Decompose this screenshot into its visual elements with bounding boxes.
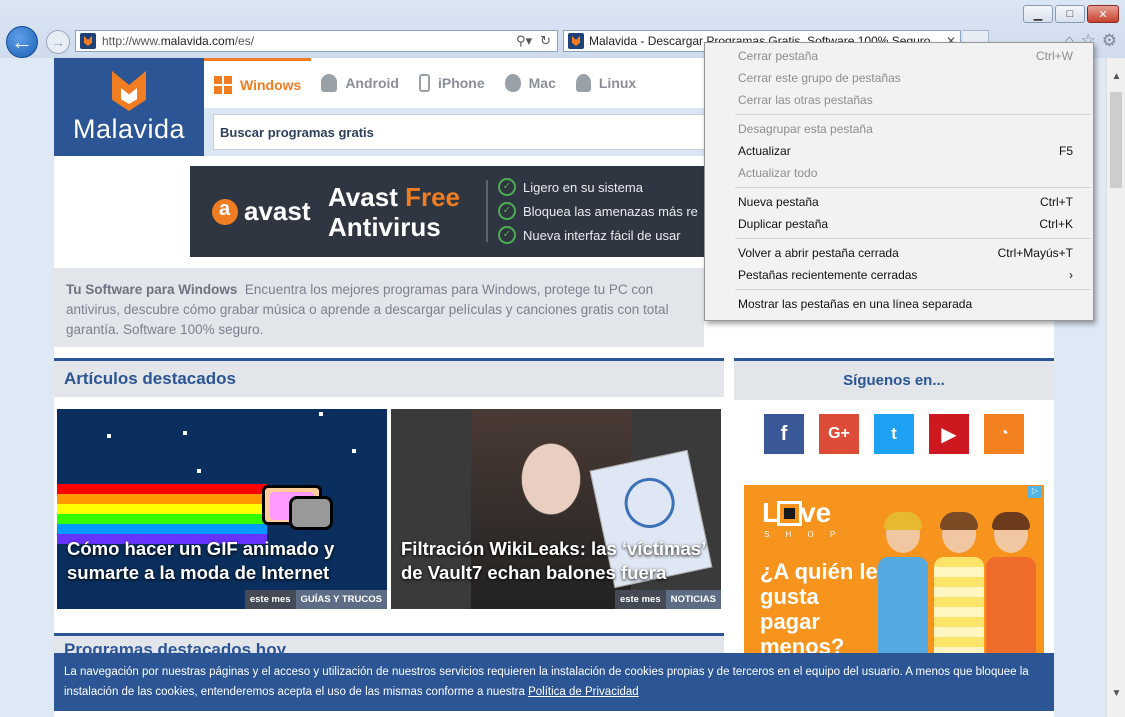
linux-icon bbox=[575, 74, 591, 92]
search-icon[interactable]: ⚲▾ bbox=[516, 33, 532, 49]
love-brand: Lve bbox=[762, 497, 832, 528]
search-area: Buscar programas gratis bbox=[204, 108, 713, 156]
windows-icon bbox=[214, 75, 232, 94]
star bbox=[183, 431, 187, 435]
facebook-icon[interactable]: f bbox=[764, 414, 804, 454]
google-plus-icon[interactable]: G+ bbox=[819, 414, 859, 454]
cookie-banner: La navegación por nuestras páginas y el … bbox=[54, 653, 1054, 711]
avast-divider bbox=[486, 180, 488, 242]
site-favicon-icon bbox=[80, 33, 96, 49]
malavida-logo-icon bbox=[112, 71, 146, 111]
tab-favicon-icon bbox=[568, 33, 584, 49]
nyan-cat-head bbox=[289, 496, 333, 530]
menu-item-ungroup[interactable]: Desagrupar esta pestaña bbox=[705, 118, 1093, 140]
article-caption: Cómo hacer un GIF animado y sumarte a la… bbox=[67, 538, 335, 583]
menu-separator bbox=[735, 187, 1091, 188]
menu-separator bbox=[735, 238, 1091, 239]
follow-title: Síguenos en... bbox=[734, 358, 1054, 400]
check-icon: ✓ bbox=[498, 226, 516, 244]
menu-item-close-tab[interactable]: Cerrar pestaña Ctrl+W bbox=[705, 45, 1093, 67]
menu-separator bbox=[735, 289, 1091, 290]
menu-item-duplicate-tab[interactable]: Duplicar pestaña Ctrl+K bbox=[705, 213, 1093, 235]
privacy-policy-link[interactable]: Política de Privacidad bbox=[528, 686, 639, 698]
search-input[interactable]: Buscar programas gratis bbox=[213, 114, 713, 150]
article-time: este mes bbox=[614, 590, 666, 609]
star bbox=[107, 434, 111, 438]
article-card[interactable]: Cómo hacer un GIF animado y sumarte a la… bbox=[57, 409, 387, 609]
avast-banner-ad[interactable]: avast Avast FreeAntivirus ✓Ligero en su … bbox=[190, 166, 704, 257]
nav-windows[interactable]: Windows bbox=[204, 58, 312, 108]
scroll-thumb[interactable] bbox=[1110, 92, 1122, 188]
article-card[interactable]: Filtración WikiLeaks: las ‘víctimas’ de … bbox=[391, 409, 721, 609]
article-caption: Filtración WikiLeaks: las ‘víctimas’ de … bbox=[401, 538, 706, 583]
menu-item-recent-tabs[interactable]: Pestañas recientemente cerradas › bbox=[705, 264, 1093, 286]
twitter-icon[interactable]: t bbox=[874, 414, 914, 454]
submenu-arrow-icon: › bbox=[1069, 268, 1073, 282]
love-sub: S H O P bbox=[764, 530, 843, 539]
android-icon bbox=[321, 74, 338, 92]
settings-gear-icon[interactable]: ⚙ bbox=[1102, 31, 1117, 51]
avast-logo: avast bbox=[212, 196, 311, 227]
vertical-scrollbar[interactable]: ▲ ▼ bbox=[1106, 58, 1125, 717]
close-window-button[interactable]: ✕ bbox=[1087, 5, 1119, 23]
logo-text: Malavida bbox=[72, 114, 186, 144]
menu-item-refresh[interactable]: Actualizar F5 bbox=[705, 140, 1093, 162]
minimize-button[interactable]: ▁ bbox=[1023, 5, 1053, 23]
check-icon: ✓ bbox=[498, 202, 516, 220]
menu-item-show-tabs-separate-row[interactable]: Mostrar las pestañas en una línea separa… bbox=[705, 293, 1093, 315]
forward-button[interactable]: → bbox=[46, 30, 70, 54]
check-icon: ✓ bbox=[498, 178, 516, 196]
nav-android[interactable]: Android bbox=[311, 58, 409, 108]
menu-item-new-tab[interactable]: Nueva pestaña Ctrl+T bbox=[705, 191, 1093, 213]
article-category[interactable]: NOTICIAS bbox=[665, 590, 721, 609]
menu-item-close-group[interactable]: Cerrar este grupo de pestañas bbox=[705, 67, 1093, 89]
platform-nav: Windows Android iPhone Mac Linux bbox=[204, 58, 704, 108]
avast-feature: ✓ Nueva interfaz fácil de usar bbox=[498, 226, 681, 244]
scroll-up-icon[interactable]: ▲ bbox=[1107, 68, 1125, 86]
menu-separator bbox=[735, 114, 1091, 115]
nav-mac[interactable]: Mac bbox=[495, 58, 566, 108]
article-category[interactable]: GUÍAS Y TRUCOS bbox=[295, 590, 387, 609]
nav-linux[interactable]: Linux bbox=[566, 58, 646, 108]
ad-person bbox=[930, 512, 988, 665]
maximize-button[interactable]: □ bbox=[1055, 5, 1085, 23]
youtube-icon[interactable]: ▶ bbox=[929, 414, 969, 454]
refresh-icon[interactable]: ↻ bbox=[540, 33, 551, 49]
menu-item-close-others[interactable]: Cerrar las otras pestañas bbox=[705, 89, 1093, 111]
follow-box: Síguenos en... f G+ t ▶ ◔ bbox=[734, 358, 1054, 473]
ad-person bbox=[874, 512, 932, 665]
star bbox=[197, 469, 201, 473]
article-time: este mes bbox=[244, 590, 296, 609]
rss-icon[interactable]: ◔ bbox=[984, 414, 1024, 454]
menu-item-reopen-closed-tab[interactable]: Volver a abrir pestaña cerrada Ctrl+Mayús… bbox=[705, 242, 1093, 264]
window-controls: ▁ □ ✕ bbox=[1023, 5, 1119, 23]
tab-context-menu: Cerrar pestaña Ctrl+W Cerrar este grupo d… bbox=[704, 42, 1094, 321]
ad-person bbox=[982, 512, 1040, 665]
adchoices-icon[interactable]: ▷ bbox=[1028, 486, 1042, 498]
scroll-down-icon[interactable]: ▼ bbox=[1107, 685, 1125, 703]
love-question: ¿A quién le gusta pagar menos? bbox=[760, 559, 878, 659]
address-url: http://www.malavida.com/es/ bbox=[102, 34, 255, 48]
back-button[interactable]: ← bbox=[6, 26, 38, 58]
avast-ball-icon bbox=[212, 198, 238, 225]
articles-title: Artículos destacados bbox=[54, 358, 724, 397]
avast-feature: ✓ Bloquea las amenazas más re bbox=[498, 202, 698, 220]
star bbox=[319, 412, 323, 416]
nav-iphone[interactable]: iPhone bbox=[409, 58, 495, 108]
avast-feature: ✓ Ligero en su sistema bbox=[498, 178, 643, 196]
star bbox=[352, 449, 356, 453]
menu-item-refresh-all[interactable]: Actualizar todo bbox=[705, 162, 1093, 184]
avast-title: Avast Free Antivirus bbox=[328, 182, 460, 242]
malavida-logo[interactable]: Malavida bbox=[54, 58, 204, 156]
nyan-rainbow bbox=[57, 484, 267, 544]
intro-text: Tu Software para Windows Encuentra los m… bbox=[54, 268, 704, 347]
apple-icon bbox=[504, 74, 521, 92]
address-bar[interactable]: http://www.malavida.com/es/ ⚲▾ ↻ bbox=[75, 30, 558, 52]
love-shop-ad[interactable]: ▷ Lve S H O P ¿A quién le gusta pagar me… bbox=[744, 485, 1044, 665]
iphone-icon bbox=[418, 74, 430, 92]
